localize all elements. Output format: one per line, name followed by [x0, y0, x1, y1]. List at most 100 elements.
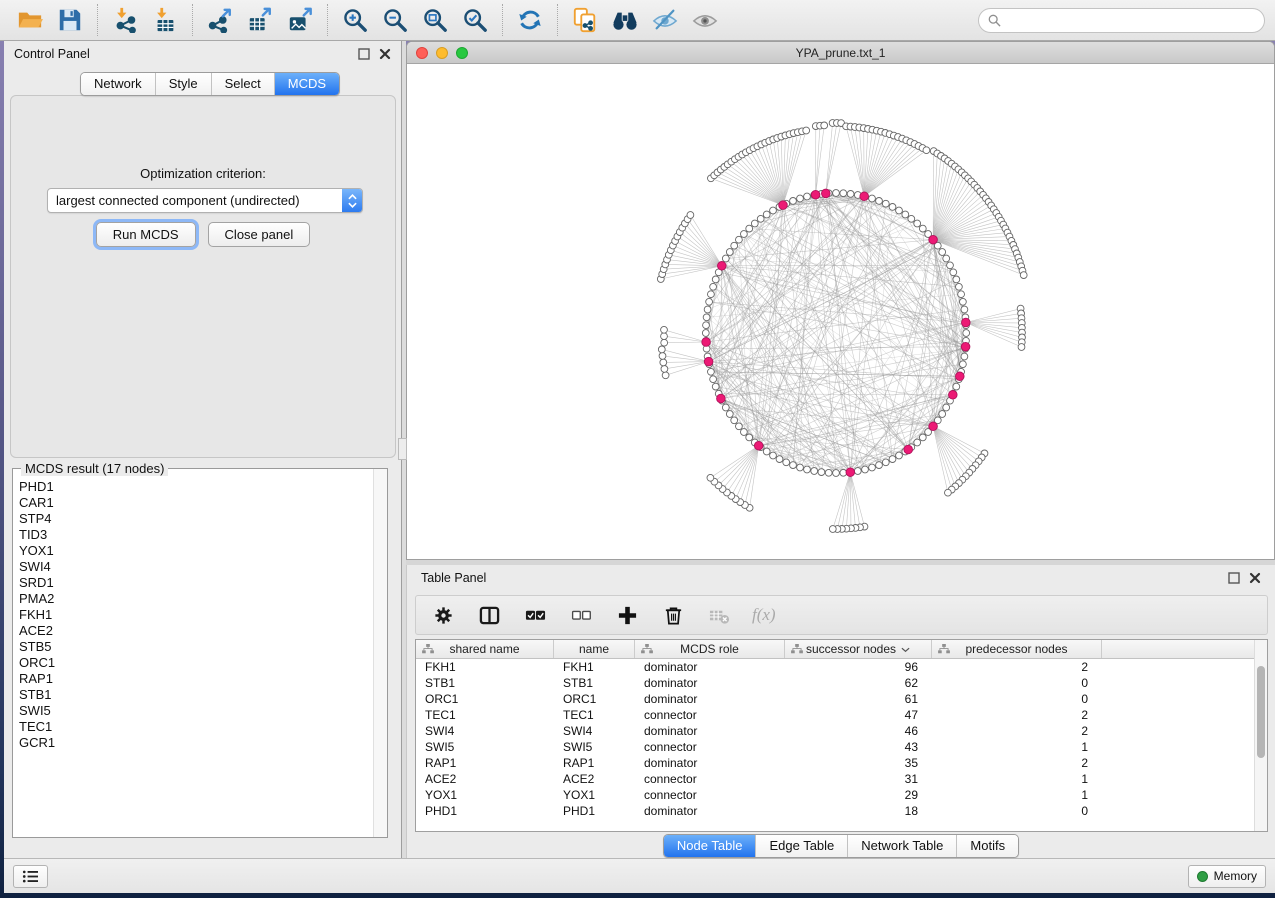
ring-node[interactable] [797, 195, 804, 202]
zoom-fit-button[interactable] [415, 3, 455, 37]
ring-node[interactable] [953, 276, 960, 283]
ring-node[interactable] [710, 376, 717, 383]
scrollbar-thumb[interactable] [1257, 666, 1265, 758]
mcds-hub-node[interactable] [860, 192, 869, 201]
ring-node[interactable] [804, 466, 811, 473]
zoom-out-button[interactable] [375, 3, 415, 37]
splitter-handle[interactable] [398, 438, 407, 460]
mcds-hub-node[interactable] [929, 235, 938, 244]
fan-node[interactable] [1020, 272, 1027, 279]
tab-edge-table[interactable]: Edge Table [755, 835, 847, 857]
table-row[interactable]: SWI5SWI5connector431 [416, 739, 1254, 755]
fan-node[interactable] [659, 353, 666, 360]
ring-node[interactable] [704, 306, 711, 313]
close-icon[interactable] [1249, 572, 1261, 584]
mcds-node-item[interactable]: STP4 [19, 511, 373, 527]
column-header-name[interactable]: name [554, 640, 635, 658]
mcds-hub-node[interactable] [811, 190, 820, 199]
import-table-button[interactable] [145, 3, 185, 37]
column-header-shared-name[interactable]: shared name [416, 640, 554, 658]
ring-node[interactable] [960, 298, 967, 305]
ring-node[interactable] [943, 255, 950, 262]
mcds-node-item[interactable]: GCR1 [19, 735, 373, 751]
ring-node[interactable] [726, 249, 733, 256]
ring-node[interactable] [847, 191, 854, 198]
mcds-hub-node[interactable] [961, 342, 970, 351]
mcds-node-item[interactable]: STB1 [19, 687, 373, 703]
mcds-hub-node[interactable] [929, 422, 938, 431]
mcds-hub-node[interactable] [956, 372, 965, 381]
select-all-button[interactable] [522, 602, 548, 628]
hide-selected-button[interactable] [645, 3, 685, 37]
ring-node[interactable] [840, 190, 847, 197]
ring-node[interactable] [703, 322, 710, 329]
show-panels-button[interactable] [13, 865, 48, 888]
ring-node[interactable] [722, 404, 729, 411]
ring-node[interactable] [914, 439, 921, 446]
ring-node[interactable] [943, 404, 950, 411]
ring-node[interactable] [736, 423, 743, 430]
fan-node[interactable] [803, 127, 810, 134]
table-row[interactable]: TEC1TEC1connector472 [416, 707, 1254, 723]
ring-node[interactable] [914, 220, 921, 227]
ring-node[interactable] [703, 314, 710, 321]
mcds-node-item[interactable]: YOX1 [19, 543, 373, 559]
mcds-hub-node[interactable] [754, 441, 763, 450]
ring-node[interactable] [939, 411, 946, 418]
column-header-predecessor-nodes[interactable]: predecessor nodes [932, 640, 1102, 658]
network-canvas[interactable] [407, 64, 1274, 559]
ring-node[interactable] [790, 462, 797, 469]
column-header-successor-nodes[interactable]: successor nodes [785, 640, 932, 658]
mcds-node-item[interactable]: SWI4 [19, 559, 373, 575]
mcds-hub-node[interactable] [717, 394, 726, 403]
ring-node[interactable] [751, 220, 758, 227]
ring-node[interactable] [731, 417, 738, 424]
ring-node[interactable] [741, 231, 748, 238]
ring-node[interactable] [825, 469, 832, 476]
table-row[interactable]: SWI4SWI4dominator462 [416, 723, 1254, 739]
mcds-hub-node[interactable] [822, 189, 831, 198]
mcds-hub-node[interactable] [904, 445, 913, 454]
ring-node[interactable] [958, 291, 965, 298]
fan-node[interactable] [1018, 344, 1025, 351]
ring-node[interactable] [797, 464, 804, 471]
table-row[interactable]: STB1STB1dominator620 [416, 675, 1254, 691]
mcds-node-item[interactable]: TEC1 [19, 719, 373, 735]
mcds-node-item[interactable]: CAR1 [19, 495, 373, 511]
fan-node[interactable] [945, 489, 952, 496]
binoculars-button[interactable] [605, 3, 645, 37]
mcds-hub-node[interactable] [779, 201, 788, 210]
ring-node[interactable] [876, 462, 883, 469]
show-all-button[interactable] [685, 3, 725, 37]
table-row[interactable]: ACE2ACE2connector311 [416, 771, 1254, 787]
ring-node[interactable] [869, 464, 876, 471]
table-row[interactable]: FKH1FKH1dominator962 [416, 659, 1254, 675]
ring-node[interactable] [919, 434, 926, 441]
fan-node[interactable] [829, 526, 836, 533]
mcds-hub-node[interactable] [846, 468, 855, 477]
ring-node[interactable] [746, 434, 753, 441]
tab-node-table[interactable]: Node Table [664, 835, 756, 857]
ring-node[interactable] [708, 291, 715, 298]
mcds-node-item[interactable]: PMA2 [19, 591, 373, 607]
ring-node[interactable] [961, 306, 968, 313]
ring-node[interactable] [876, 198, 883, 205]
zoom-selected-button[interactable] [455, 3, 495, 37]
tab-style[interactable]: Style [155, 73, 211, 95]
ring-node[interactable] [712, 383, 719, 390]
mcds-hub-node[interactable] [702, 338, 711, 347]
mcds-node-item[interactable]: RAP1 [19, 671, 373, 687]
table-row[interactable]: RAP1RAP1dominator352 [416, 755, 1254, 771]
mcds-node-item[interactable]: SWI5 [19, 703, 373, 719]
ring-node[interactable] [869, 195, 876, 202]
tab-network-table[interactable]: Network Table [847, 835, 956, 857]
import-network-button[interactable] [105, 3, 145, 37]
fan-node[interactable] [821, 122, 828, 129]
clone-network-button[interactable] [565, 3, 605, 37]
mcds-list-scrollbar[interactable] [373, 469, 387, 837]
ring-node[interactable] [818, 469, 825, 476]
export-network-button[interactable] [200, 3, 240, 37]
ring-node[interactable] [702, 330, 709, 337]
tab-mcds[interactable]: MCDS [274, 73, 339, 95]
export-image-button[interactable] [280, 3, 320, 37]
